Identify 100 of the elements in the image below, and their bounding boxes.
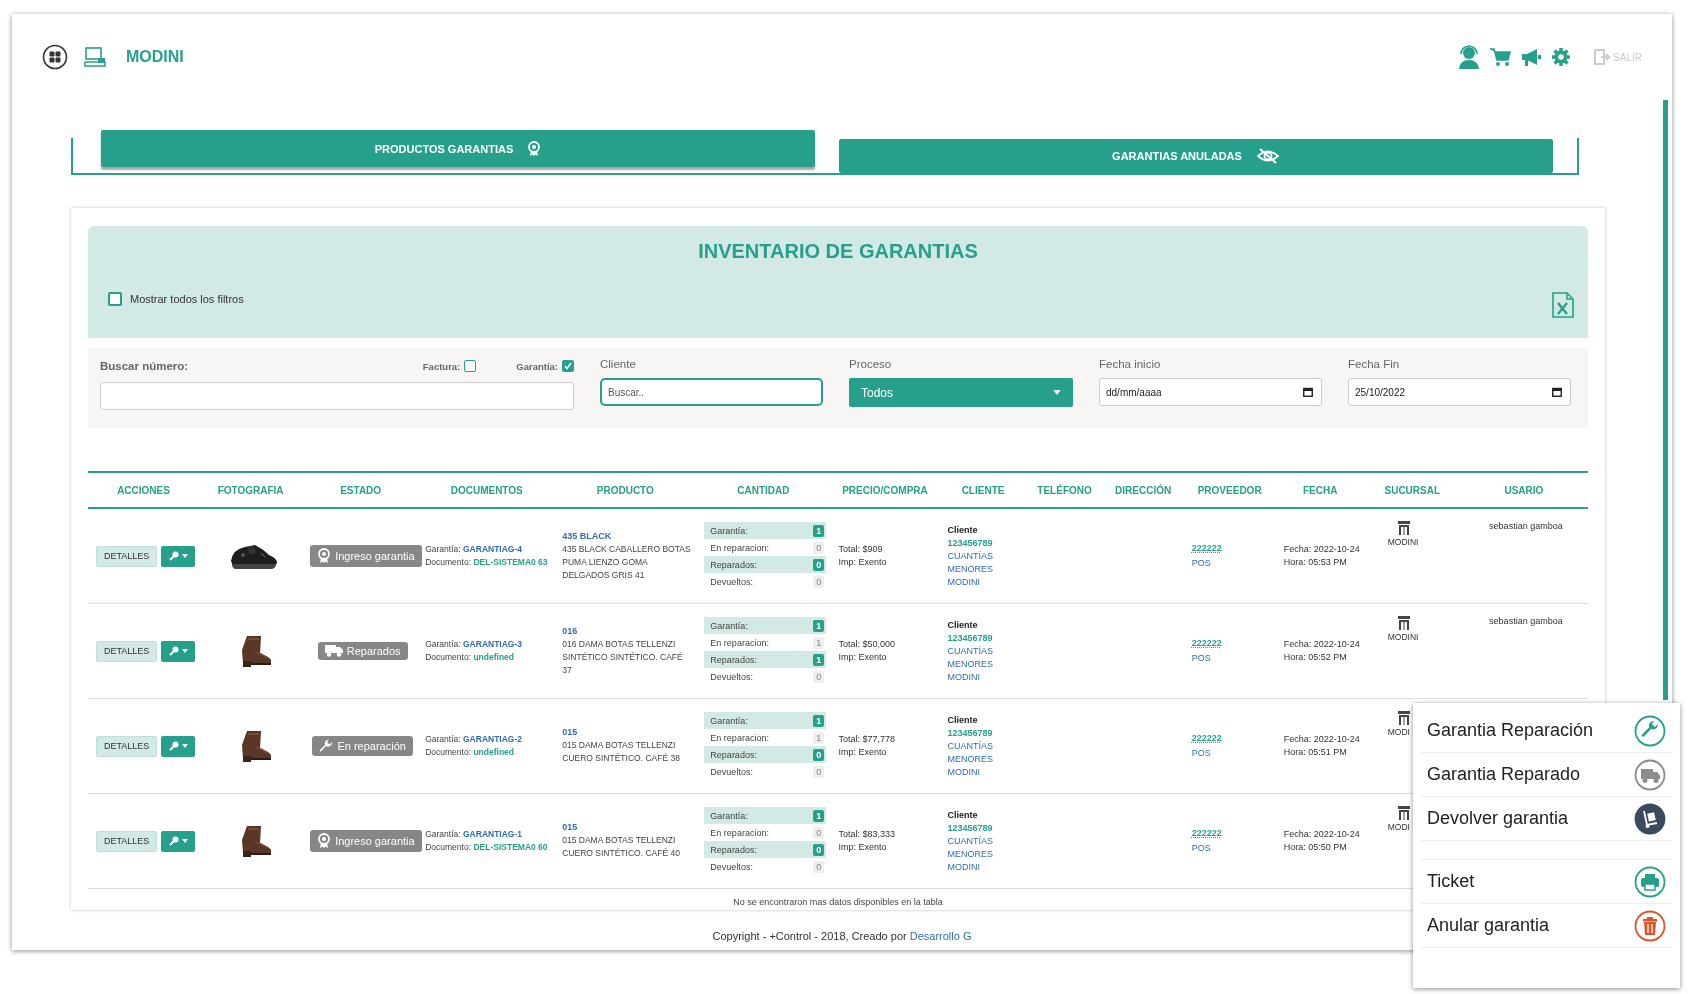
client-search-field[interactable]: Buscar.. [600, 378, 823, 406]
key-icon [168, 646, 179, 656]
field-label: Documento: [425, 747, 472, 757]
date-text: Fecha: 2022-10-24 [1283, 828, 1361, 841]
client-id: 123456789 [947, 536, 994, 550]
supplier-link[interactable]: 222222 [1191, 731, 1272, 746]
monitor-icon[interactable] [84, 47, 106, 67]
details-button[interactable]: DETALLES [96, 735, 158, 757]
column-header[interactable]: PRECIO/COMPRA [830, 472, 940, 508]
support-agent-icon[interactable] [1458, 45, 1481, 69]
column-header[interactable]: ESTADO [302, 472, 420, 508]
branch-name: MODI [1387, 727, 1410, 737]
user-name: sebastian gamboa [1489, 521, 1563, 531]
supplier-link[interactable]: 222222 [1191, 636, 1272, 651]
tab[interactable]: PRODUCTOS GARANTIAS [101, 130, 815, 167]
number-search-field[interactable] [100, 382, 574, 410]
quantity-label: Garantía: [710, 525, 748, 536]
product-description: 435 BLACK CABALLERO BOTAS PUMA LIENZO GOMA DELGADOS GRIS 41 [562, 542, 692, 582]
product-description: 015 DAMA BOTAS TELLENZI CUERO SINTÉTICO. CAFÉ 40 [562, 834, 681, 860]
column-header[interactable]: CANTIDAD [696, 472, 831, 508]
checkbox[interactable] [464, 360, 477, 372]
time-text: Hora: 05:52 PM [1283, 651, 1348, 664]
megaphone-icon[interactable] [1520, 47, 1543, 67]
warranty-link[interactable]: GARANTIAG-1 [463, 829, 523, 839]
column-header[interactable]: PROVEEDOR [1183, 472, 1276, 508]
count-badge: 1 [813, 731, 825, 744]
supplier-link[interactable]: 222222 [1191, 541, 1272, 556]
supplier-link[interactable]: 222222 [1191, 826, 1272, 841]
process-dropdown[interactable]: Todos [849, 378, 1073, 407]
field-label: Garantía: [425, 734, 461, 744]
checkbox[interactable] [562, 360, 574, 372]
quantity-label: Garantía: [710, 715, 748, 726]
details-button[interactable]: DETALLES [96, 545, 158, 567]
warranty-link[interactable]: GARANTIAG-3 [463, 639, 523, 649]
excel-icon[interactable] [1552, 292, 1574, 318]
product-code-link[interactable]: 016 [562, 625, 693, 636]
grid-menu-icon[interactable] [42, 44, 68, 70]
warranty-link[interactable]: GARANTIAG-2 [463, 734, 523, 744]
branch-name: MODINI [1387, 632, 1419, 642]
quantity-label: Reparados: [710, 844, 757, 855]
date-text: Fecha: 2022-10-24 [1283, 638, 1361, 651]
checkbox-label: Mostrar todos los filtros [130, 293, 244, 305]
warranty-link[interactable]: GARANTIAG-4 [463, 544, 523, 554]
client-label: Cliente [947, 523, 979, 537]
count-badge: 0 [813, 843, 825, 856]
details-button[interactable]: DETALLES [96, 640, 158, 662]
count-badge: 1 [813, 653, 825, 666]
product-description: 016 DAMA BOTAS TELLENZI SINTÉTICO SINTÉTICO. CAFÉ 37 [562, 637, 684, 677]
status-badge: En reparación [312, 736, 413, 756]
menu-item[interactable]: Garantia Reparación [1421, 709, 1672, 753]
quantity-label: Devueltos: [710, 766, 753, 777]
actions-dropdown-button[interactable] [161, 735, 196, 757]
column-header[interactable]: ACCIONES [88, 472, 200, 508]
time-text: Hora: 05:50 PM [1283, 841, 1348, 854]
menu-item[interactable]: Devolver garantia [1421, 797, 1672, 841]
column-header[interactable]: SUCURSAL [1364, 472, 1460, 508]
scrollbar[interactable] [1663, 100, 1668, 700]
column-header[interactable]: USARIO [1459, 472, 1588, 508]
date-field[interactable]: dd/mm/aaaa [1099, 378, 1322, 406]
count-badge: 1 [813, 809, 825, 822]
supplier-type: POS [1191, 842, 1212, 855]
quantity-label: Reparados: [710, 559, 757, 570]
date-field[interactable]: 25/10/2022 [1348, 378, 1571, 406]
menu-item[interactable]: Garantia Reparado [1421, 753, 1672, 797]
column-header[interactable]: TELÉFONO [1026, 472, 1103, 508]
cart-icon[interactable] [1489, 47, 1512, 67]
column-header[interactable]: PRODUCTO [554, 472, 697, 508]
quantity-label: Garantía: [710, 810, 748, 821]
exit-icon [1594, 49, 1611, 65]
count-badge: 0 [813, 826, 825, 839]
count-badge: 0 [813, 670, 825, 683]
column-header[interactable]: CLIENTE [939, 472, 1027, 508]
column-header[interactable]: FECHA [1275, 472, 1365, 508]
document-number: DEL-SISTEMA0 60 [473, 842, 548, 852]
menu-item[interactable]: Anular garantia [1421, 904, 1672, 948]
product-code-link[interactable]: 435 BLACK [562, 530, 693, 541]
tab[interactable]: GARANTIAS ANULADAS [839, 139, 1553, 173]
checkbox-label: Factura: [422, 360, 461, 372]
details-button[interactable]: DETALLES [96, 830, 158, 852]
product-code-link[interactable]: 015 [562, 822, 693, 832]
client-label: Cliente [947, 808, 979, 822]
checkbox[interactable] [108, 292, 122, 306]
actions-dropdown-button[interactable] [161, 545, 196, 567]
tax-text: Imp: Exento [838, 651, 888, 664]
client-label: Cliente [947, 618, 979, 632]
product-code-link[interactable]: 015 [562, 727, 693, 737]
quantity-label: Devueltos: [710, 671, 753, 682]
column-header[interactable]: DIRECCIÓN [1102, 472, 1184, 508]
tax-text: Imp: Exento [838, 746, 888, 759]
column-header[interactable]: FOTOGRAFIA [199, 472, 303, 508]
menu-item[interactable]: Ticket [1421, 860, 1672, 904]
calendar-icon [1303, 387, 1313, 397]
settings-icon[interactable] [1551, 47, 1572, 67]
column-header[interactable]: DOCUMENTOS [419, 472, 555, 508]
actions-dropdown-button[interactable] [161, 830, 196, 852]
actions-dropdown-button[interactable] [161, 640, 196, 662]
caret-icon [181, 839, 188, 843]
eye-slash-icon [1255, 147, 1280, 165]
field-label: Proceso [849, 358, 893, 370]
author-link[interactable]: Desarrollo G [909, 930, 972, 942]
